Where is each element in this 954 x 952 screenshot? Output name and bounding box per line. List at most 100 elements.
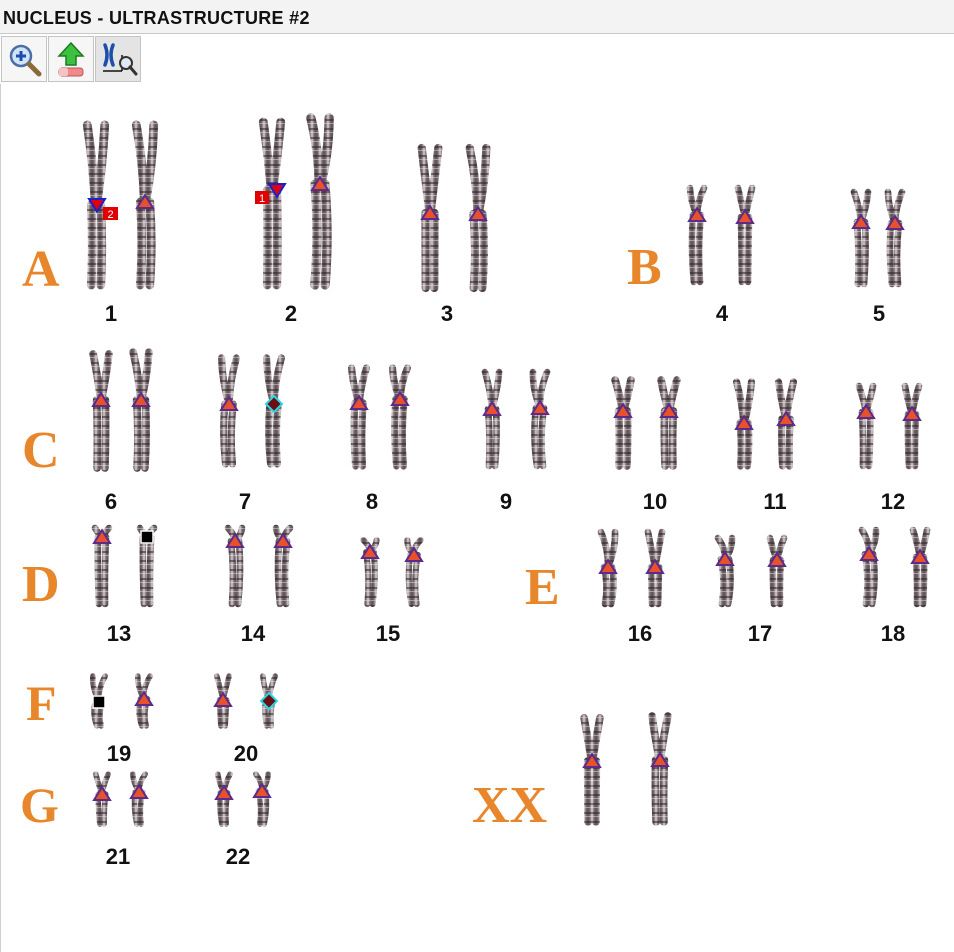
chromosome-Xa[interactable]: [580, 714, 604, 826]
chromatid: [474, 143, 491, 219]
chromatid: [320, 179, 332, 290]
chromosome-number-18: 18: [881, 621, 905, 646]
chromosome-number-7: 7: [239, 489, 251, 514]
square-marker-icon[interactable]: [140, 530, 154, 544]
square-marker-icon[interactable]: [92, 695, 106, 709]
chromatid: [92, 120, 110, 210]
chromatid: [132, 396, 142, 472]
chromatid: [469, 209, 480, 293]
chromosome-8b[interactable]: [388, 364, 412, 470]
chromatid: [310, 179, 322, 290]
chromosome-Xb[interactable]: [648, 712, 672, 826]
chromatid: [886, 219, 896, 288]
chromatid: [234, 537, 244, 608]
chromosome-number-15: 15: [376, 621, 400, 646]
chromatid: [272, 185, 282, 290]
group-label-XX: XX: [472, 777, 547, 834]
chromatid: [538, 404, 548, 470]
chromosome-9b[interactable]: [529, 368, 551, 470]
chromosome-18b[interactable]: [909, 526, 931, 608]
chromatid: [865, 408, 874, 470]
chromosome-4a[interactable]: [686, 184, 708, 286]
chromatid: [623, 407, 632, 470]
chromatid: [868, 550, 878, 608]
group-label-C: C: [22, 422, 60, 479]
chromosome-number-12: 12: [881, 489, 905, 514]
chromosome-number-2: 2: [285, 301, 297, 326]
chromosome-10a[interactable]: [611, 376, 635, 470]
annotation-flag-2[interactable]: 2: [103, 207, 118, 221]
chromatid: [141, 120, 159, 207]
chromosome-5b[interactable]: [884, 188, 906, 288]
chromosome-17a[interactable]: [714, 534, 736, 608]
chromatid: [96, 200, 107, 290]
chromatid: [262, 185, 273, 290]
chromatid: [369, 548, 378, 608]
chromatid: [265, 400, 275, 468]
chromatid: [268, 117, 286, 195]
chromatid: [919, 553, 928, 608]
chromosome-number-6: 6: [105, 489, 117, 514]
chromatid: [92, 396, 102, 472]
group-label-F: F: [26, 675, 57, 731]
chromatid: [363, 548, 372, 608]
chromatid: [146, 533, 155, 608]
chromatid: [778, 415, 787, 470]
chromatid: [614, 407, 624, 470]
chromatid: [97, 350, 113, 404]
chromatid: [531, 404, 541, 470]
chromatid: [272, 400, 282, 468]
chromatid: [491, 405, 500, 470]
chromosome-number-13: 13: [107, 621, 131, 646]
chromatid: [220, 400, 230, 468]
chromatid: [651, 756, 660, 826]
chromosome-22b[interactable]: [253, 771, 271, 827]
annotation-flag-label: 2: [107, 209, 113, 221]
chromatid: [853, 218, 862, 288]
karyotype-diagram: A B C D E F G XX 1 2 3 4 5 6 7 8 9 10 11…: [20, 113, 931, 869]
annotation-flag-label: 1: [259, 193, 265, 205]
chromosome-18a[interactable]: [858, 526, 880, 608]
chromosome-6b[interactable]: [129, 348, 153, 472]
chromosome-8a[interactable]: [347, 364, 371, 470]
chromosome-6a[interactable]: [89, 350, 113, 472]
chromosome-9a[interactable]: [481, 368, 503, 470]
chromatid: [744, 213, 753, 286]
chromatid: [101, 396, 110, 472]
chromatid: [139, 533, 148, 608]
chromatid: [656, 712, 672, 764]
chromatid: [659, 756, 669, 826]
group-label-D: D: [22, 556, 60, 613]
chromosome-number-9: 9: [500, 489, 512, 514]
chromatid: [141, 396, 150, 472]
chromatid: [911, 410, 920, 470]
chromosome-17b[interactable]: [766, 534, 788, 608]
chromatid: [860, 218, 869, 288]
chromatid: [306, 113, 324, 189]
chromosome-4b[interactable]: [734, 184, 756, 286]
chromatid: [137, 348, 153, 404]
chromatid: [893, 219, 903, 288]
chromosome-12a[interactable]: [855, 382, 877, 470]
chromosome-5a[interactable]: [850, 188, 872, 288]
chromatid: [426, 143, 443, 218]
chromatid: [737, 213, 746, 286]
chromosome-2b[interactable]: [306, 113, 334, 290]
chromatid: [412, 551, 421, 608]
chromosome-number-14: 14: [241, 621, 266, 646]
chromatid: [391, 395, 401, 470]
chromatid: [86, 200, 97, 290]
chromosome-number-16: 16: [628, 621, 652, 646]
annotation-flag-1[interactable]: 1: [255, 191, 269, 205]
chromatid: [484, 405, 493, 470]
chromatid: [94, 533, 103, 608]
chromatid: [861, 550, 871, 608]
chromosome-number-22: 22: [226, 844, 250, 869]
chromatid: [274, 537, 284, 608]
chromosome-number-3: 3: [441, 301, 453, 326]
chromosome-10b[interactable]: [657, 376, 681, 470]
chromatid: [858, 408, 867, 470]
chromosome-12b[interactable]: [901, 382, 923, 470]
chromatid: [668, 407, 678, 470]
group-label-A: A: [22, 241, 60, 298]
